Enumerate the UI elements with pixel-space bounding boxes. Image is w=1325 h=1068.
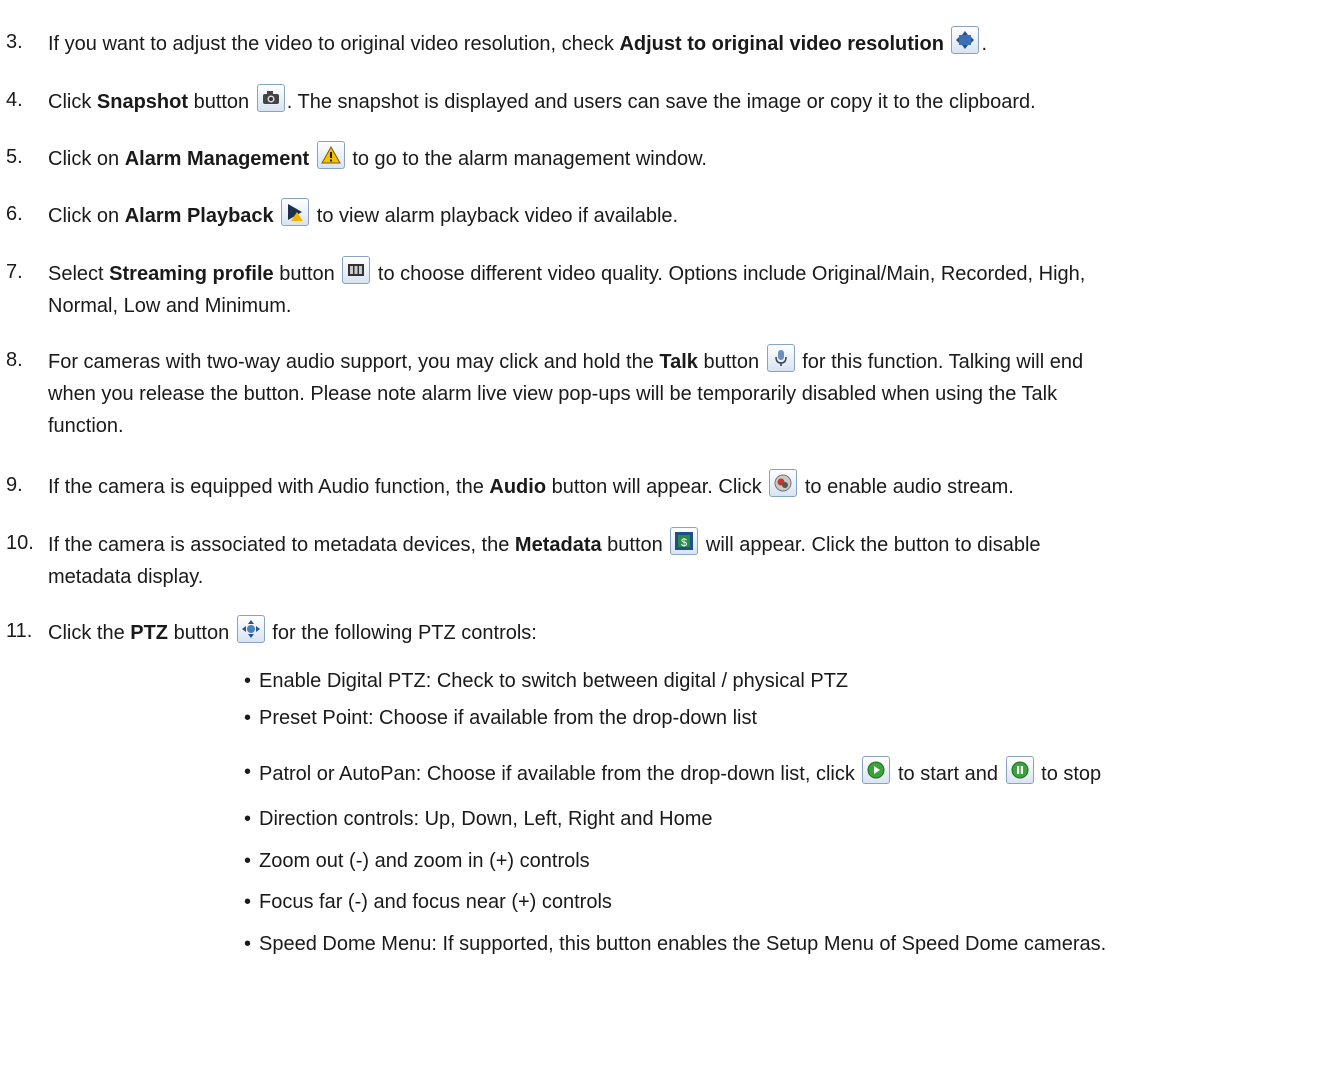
alarm-playback-icon [281,198,310,226]
step-7: 7. Select Streaming profile button to ch… [6,256,1316,322]
bullet-marker: • [244,808,252,830]
list-item-text: Direction controls: Up, Down, Left, Righ… [259,808,713,830]
step-number: 11. [6,620,33,642]
list-item-text: to stop [1035,763,1102,785]
list-item: • Zoom out (-) and zoom in (+) controls [244,845,1310,877]
step-text: for this function. Talking will end [796,351,1084,373]
step-text: Select [48,263,110,285]
step-6: 6. Click on Alarm Playback to view alarm… [6,198,1316,232]
step-text: . [981,33,988,55]
step-8: 8. For cameras with two-way audio suppor… [6,344,1316,442]
step-text: will appear. Click the button to disable [700,534,1041,556]
bullet-marker: • [244,761,252,783]
bullet-marker: • [244,891,252,913]
step-text: to view alarm playback video if availabl… [311,205,679,227]
camera-icon [256,84,285,112]
list-item: • Enable Digital PTZ: Check to switch be… [244,665,1310,697]
step-3: 3. If you want to adjust the video to or… [6,26,1316,60]
metadata-icon: $ [670,527,699,555]
step-text: If you want to adjust the video to origi… [48,33,620,55]
bullet-marker: • [244,933,252,955]
step-text: button will appear. Click [546,476,768,498]
bullet-marker: • [244,707,252,729]
step-9: 9. If the camera is equipped with Audio … [6,469,1316,503]
step-10: 10. If the camera is associated to metad… [6,527,1316,593]
list-item: • Patrol or AutoPan: Choose if available… [244,756,1310,790]
list-item-text: Patrol or AutoPan: Choose if available f… [259,763,861,785]
list-item-text: Focus far (-) and focus near (+) control… [259,891,612,913]
step-text: button [168,622,235,644]
bullet-marker: • [244,850,252,872]
step-number: 3. [6,31,23,53]
ptz-icon [236,615,265,643]
list-item-text: Zoom out (-) and zoom in (+) controls [259,850,590,872]
step-number: 8. [6,349,23,371]
step-text: . The snapshot is displayed and users ca… [286,91,1036,113]
step-text: when you release the button. Please note… [48,383,1058,405]
step-bold-term: Alarm Management [124,148,310,170]
list-item: • Focus far (-) and focus near (+) contr… [244,886,1310,918]
list-item-text: to start and [892,763,1004,785]
step-number: 4. [6,89,23,111]
step-number: 10. [6,532,34,554]
step-bold-term: Audio [489,476,547,498]
step-text: button [188,91,255,113]
microphone-icon [766,344,795,372]
step-text: Click on [48,205,125,227]
step-text: to go to the alarm management window. [346,148,707,170]
step-text: Normal, Low and Minimum. [48,295,292,317]
step-bold-term: Adjust to original video resolution [619,33,944,55]
step-text: button [601,534,669,556]
step-bold-term: Metadata [514,534,602,556]
audio-icon [769,469,798,497]
step-bold-term: PTZ [130,622,169,644]
step-text: metadata display. [48,566,204,588]
step-text: to choose different video quality. Optio… [372,263,1086,285]
step-number: 5. [6,146,23,168]
list-item: • Direction controls: Up, Down, Left, Ri… [244,803,1310,835]
step-text: Click [48,91,97,113]
step-text: function. [48,415,124,437]
list-item-text: Speed Dome Menu: If supported, this butt… [259,933,1107,955]
adjust-resolution-icon [951,26,980,54]
step-text: button [697,351,765,373]
step-text: for the following PTZ controls: [266,622,537,644]
step-bold-term: Snapshot [96,91,189,113]
step-text: button [273,263,341,285]
step-text: Click on [48,148,125,170]
step-bold-term: Alarm Playback [124,205,274,227]
step-bold-term: Streaming profile [109,263,274,285]
bullet-marker: • [244,670,252,692]
step-text: If the camera is equipped with Audio fun… [48,476,490,498]
step-number: 7. [6,261,23,283]
play-icon [862,756,891,784]
list-item: • Speed Dome Menu: If supported, this bu… [244,928,1310,960]
step-11: 11. Click the PTZ button for the followi… [6,615,1316,649]
list-item-text: Enable Digital PTZ: Check to switch betw… [259,670,849,692]
svg-text:$: $ [681,537,687,549]
pause-icon [1005,756,1034,784]
step-text: For cameras with two-way audio support, … [48,351,660,373]
step-4: 4. Click Snapshot button . The snapshot … [6,84,1316,118]
step-bold-term: Talk [659,351,698,373]
step-number: 6. [6,203,23,225]
step-number: 9. [6,474,23,496]
step-text: If the camera is associated to metadata … [48,534,515,556]
document-page: 3. If you want to adjust the video to or… [0,0,1325,1068]
step-text: Click the [48,622,131,644]
list-item-text: Preset Point: Choose if available from t… [259,707,758,729]
list-item: • Preset Point: Choose if available from… [244,702,1310,734]
film-strip-icon [342,256,371,284]
step-5: 5. Click on Alarm Management to go to th… [6,141,1316,175]
alarm-warning-icon [316,141,345,169]
step-text: to enable audio stream. [799,476,1014,498]
